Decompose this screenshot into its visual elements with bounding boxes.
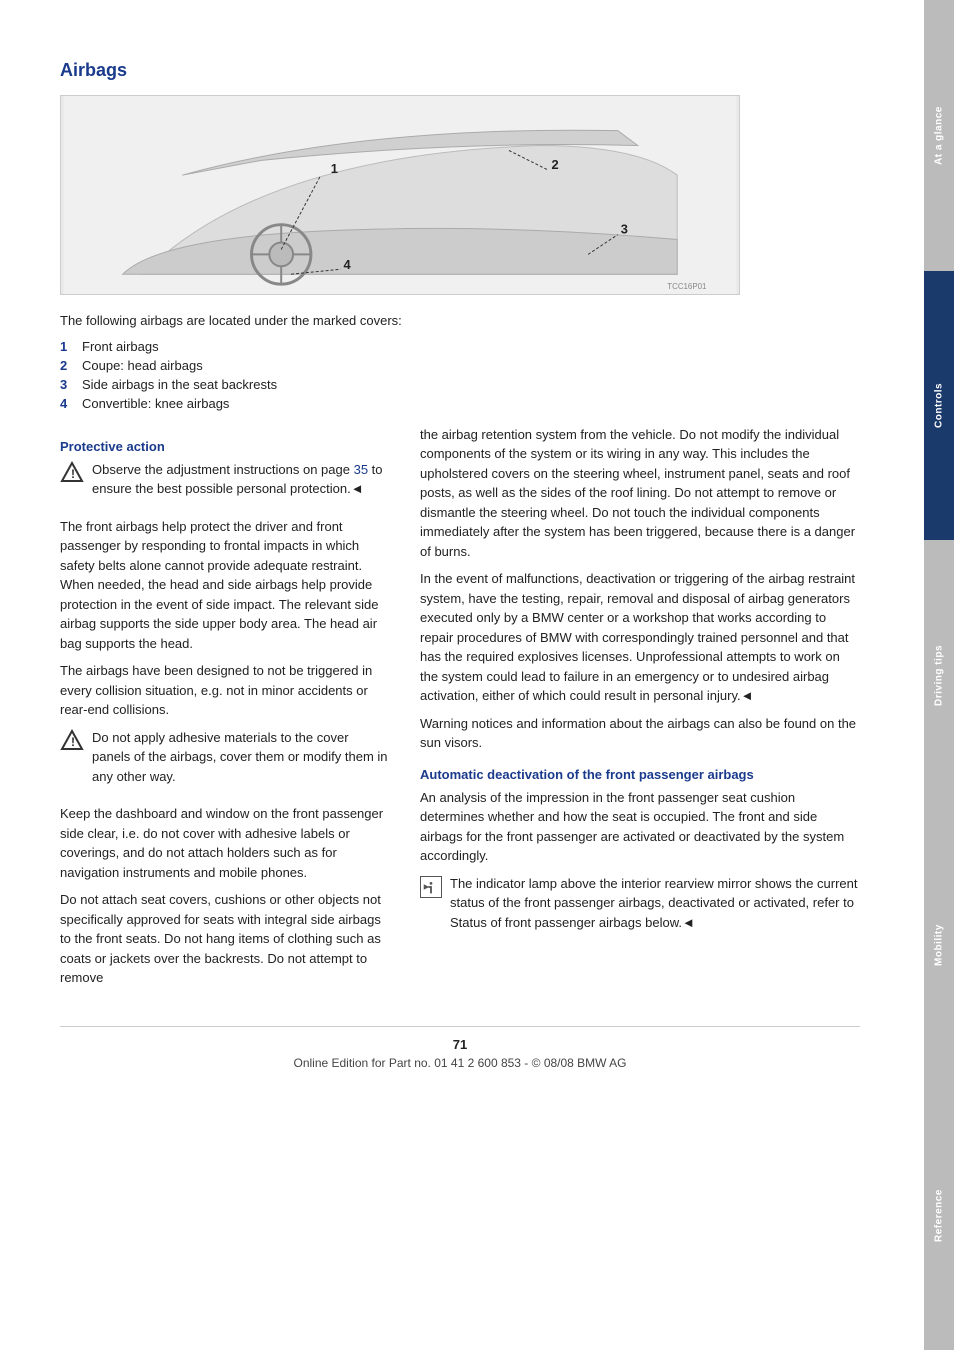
tab-at-a-glance[interactable]: At a glance — [924, 0, 954, 270]
warning-box-2: ! Do not apply adhesive materials to the… — [60, 728, 390, 795]
intro-text: The following airbags are located under … — [60, 311, 860, 331]
auto-deactivation-title: Automatic deactivation of the front pass… — [420, 767, 860, 782]
svg-text:3: 3 — [621, 222, 628, 237]
right-column: the airbag retention system from the veh… — [420, 425, 860, 996]
list-item: 2 Coupe: head airbags — [60, 358, 860, 373]
svg-text:4: 4 — [344, 257, 352, 272]
footer-text: Online Edition for Part no. 01 41 2 600 … — [60, 1056, 860, 1070]
info-box: The indicator lamp above the interior re… — [420, 874, 860, 941]
page-title: Airbags — [60, 60, 860, 81]
tab-driving-tips[interactable]: Driving tips — [924, 540, 954, 810]
svg-text:!: ! — [71, 467, 75, 481]
left-para-1: The front airbags help protect the drive… — [60, 517, 390, 654]
right-para-2: In the event of malfunctions, deactivati… — [420, 569, 860, 706]
info-text: The indicator lamp above the interior re… — [450, 874, 860, 933]
page-link-35[interactable]: 35 — [354, 462, 368, 477]
left-column: Protective action ! Observe the adjustme… — [60, 425, 390, 996]
info-icon — [420, 876, 442, 898]
footer: 71 Online Edition for Part no. 01 41 2 6… — [60, 1026, 860, 1070]
tab-reference[interactable]: Reference — [924, 1080, 954, 1350]
warning-box-1: ! Observe the adjustment instructions on… — [60, 460, 390, 507]
main-content: Airbags 1 — [0, 0, 890, 1350]
page-wrapper: Airbags 1 — [0, 0, 954, 1350]
airbag-list: 1 Front airbags 2 Coupe: head airbags 3 … — [60, 339, 860, 411]
warning-text-2: Do not apply adhesive materials to the c… — [92, 728, 390, 787]
svg-text:2: 2 — [551, 157, 558, 172]
list-item: 4 Convertible: knee airbags — [60, 396, 860, 411]
car-diagram: 1 2 3 4 TCC16P01 — [60, 95, 740, 295]
protective-action-title: Protective action — [60, 439, 390, 454]
warning-text-1: Observe the adjustment instructions on p… — [92, 460, 390, 499]
tab-mobility[interactable]: Mobility — [924, 810, 954, 1080]
two-column-content: Protective action ! Observe the adjustme… — [60, 425, 860, 996]
tab-controls[interactable]: Controls — [924, 270, 954, 540]
left-para-2: The airbags have been designed to not be… — [60, 661, 390, 720]
auto-deactivation-para1: An analysis of the impression in the fro… — [420, 788, 860, 866]
right-tabs: At a glance Controls Driving tips Mobili… — [924, 0, 954, 1350]
svg-text:!: ! — [71, 735, 75, 749]
list-item: 3 Side airbags in the seat backrests — [60, 377, 860, 392]
warning-icon-1: ! — [60, 461, 84, 485]
left-para-4: Do not attach seat covers, cushions or o… — [60, 890, 390, 988]
left-para-3: Keep the dashboard and window on the fro… — [60, 804, 390, 882]
right-para-1: the airbag retention system from the veh… — [420, 425, 860, 562]
svg-text:TCC16P01: TCC16P01 — [667, 282, 707, 291]
svg-text:1: 1 — [331, 161, 338, 176]
list-item: 1 Front airbags — [60, 339, 860, 354]
page-number: 71 — [60, 1037, 860, 1052]
right-para-3: Warning notices and information about th… — [420, 714, 860, 753]
warning-icon-2: ! — [60, 729, 84, 753]
